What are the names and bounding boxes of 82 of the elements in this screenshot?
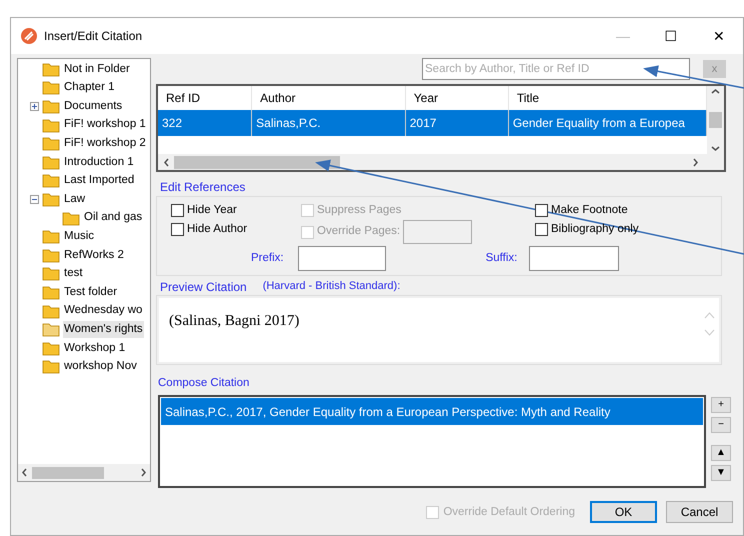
folder-icon	[42, 192, 60, 207]
section-title: Preview Citation	[160, 279, 247, 296]
move-down-button[interactable]: ▼	[711, 465, 731, 482]
window-title: Insert/Edit Citation	[44, 28, 142, 45]
folder-item[interactable]: Not in Folder	[63, 60, 131, 78]
suffix-label: Suffix:	[486, 250, 518, 266]
folder-icon	[42, 80, 60, 96]
maximize-button[interactable]: ☐	[647, 21, 695, 51]
folder-item[interactable]: RefWorks 2	[63, 246, 125, 264]
checkbox-label: Suppress Pages	[317, 202, 402, 218]
scroll-down-icon[interactable]	[711, 145, 720, 152]
app-logo-icon	[20, 27, 38, 45]
prefix-label: Prefix:	[251, 250, 284, 266]
folder-icon	[62, 210, 80, 226]
folder-item[interactable]: test	[63, 265, 84, 282]
folder-icon	[42, 118, 60, 133]
folder-item[interactable]: FiF! workshop 1	[63, 116, 147, 134]
ok-button[interactable]: OK	[590, 501, 657, 524]
preview-citation-text: (Salinas, Bagni 2017)	[168, 312, 300, 331]
add-button[interactable]: +	[711, 397, 731, 414]
cancel-button[interactable]: Cancel	[666, 501, 733, 524]
section-title: Compose Citation	[157, 376, 250, 391]
scroll-thumb[interactable]	[709, 112, 722, 128]
folder-item[interactable]: Introduction 1	[63, 154, 135, 171]
folder-icon	[42, 154, 60, 170]
table-cell: 2017	[406, 110, 509, 136]
table-cell: Salinas,P.C.	[252, 110, 406, 136]
collapse-toggle-icon[interactable]	[30, 194, 38, 204]
section-title: Edit References	[159, 180, 246, 194]
folder-item[interactable]: Documents	[63, 98, 124, 116]
table-row[interactable]: 322 Salinas,P.C. 2017 Gender Equality from a Europea	[158, 110, 707, 136]
search-field[interactable]: Search by Author, Title or Ref ID	[422, 58, 690, 80]
folder-item[interactable]: Law	[63, 190, 86, 208]
citation-style-label: (Harvard - British Standard):	[262, 279, 400, 294]
folder-item[interactable]: Oil and gas	[83, 209, 144, 227]
checkbox[interactable]	[535, 204, 548, 217]
folder-icon	[42, 136, 60, 152]
folder-icon	[42, 266, 60, 282]
pages-field[interactable]	[403, 220, 472, 244]
scroll-right-icon[interactable]	[692, 158, 699, 166]
folder-item[interactable]: Chapter 1	[63, 79, 116, 97]
checkbox[interactable]	[535, 223, 548, 236]
folder-icon	[42, 340, 60, 356]
folder-item[interactable]: workshop Nov	[63, 358, 138, 376]
vertical-scrollbar[interactable]	[707, 86, 724, 154]
checkbox-label: Make Footnote	[551, 202, 628, 218]
suffix-field[interactable]	[529, 246, 620, 271]
folder-icon	[42, 173, 60, 188]
scroll-right-icon[interactable]	[140, 468, 147, 477]
folder-item[interactable]: Last Imported	[63, 172, 136, 190]
close-button[interactable]: ✕	[695, 21, 743, 51]
folder-item[interactable]: Music	[63, 228, 96, 246]
folder-icon	[42, 98, 60, 114]
checkbox-label: Hide Author	[187, 222, 248, 237]
move-up-button[interactable]: ▲	[711, 445, 731, 462]
expand-toggle-icon[interactable]	[30, 102, 38, 111]
folder-item[interactable]: Women's rights	[63, 320, 144, 338]
folder-icon	[42, 229, 60, 244]
folder-icon	[42, 284, 60, 300]
folder-item[interactable]: Wednesday wo	[63, 302, 144, 320]
prefix-field[interactable]	[298, 246, 386, 271]
table-cell: 322	[158, 110, 252, 136]
folder-icon	[42, 248, 60, 263]
folder-icon	[42, 304, 60, 319]
scroll-left-icon[interactable]	[21, 468, 28, 477]
open-folder-icon	[42, 322, 60, 338]
citation-item[interactable]: Salinas,P.C., 2017, Gender Equality from a European Perspective: Myth and Reality	[161, 398, 703, 426]
checkbox-label: Override Default Ordering	[443, 504, 575, 520]
horizontal-scrollbar[interactable]	[158, 154, 724, 170]
scroll-left-icon[interactable]	[163, 158, 170, 166]
folder-item[interactable]: Workshop 1	[63, 340, 126, 357]
folder-icon	[42, 62, 60, 77]
checkbox[interactable]	[171, 223, 184, 236]
remove-button[interactable]: −	[711, 417, 731, 434]
folder-icon	[42, 359, 60, 374]
horizontal-scrollbar[interactable]	[18, 464, 150, 481]
checkbox-label: Hide Year	[187, 202, 237, 218]
checkbox[interactable]	[171, 204, 184, 217]
folder-item[interactable]: Test folder	[63, 284, 118, 302]
folder-item[interactable]: FiF! workshop 2	[63, 135, 147, 152]
checkbox-label: Override Pages:	[317, 224, 400, 240]
scroll-up-icon[interactable]	[711, 88, 720, 95]
